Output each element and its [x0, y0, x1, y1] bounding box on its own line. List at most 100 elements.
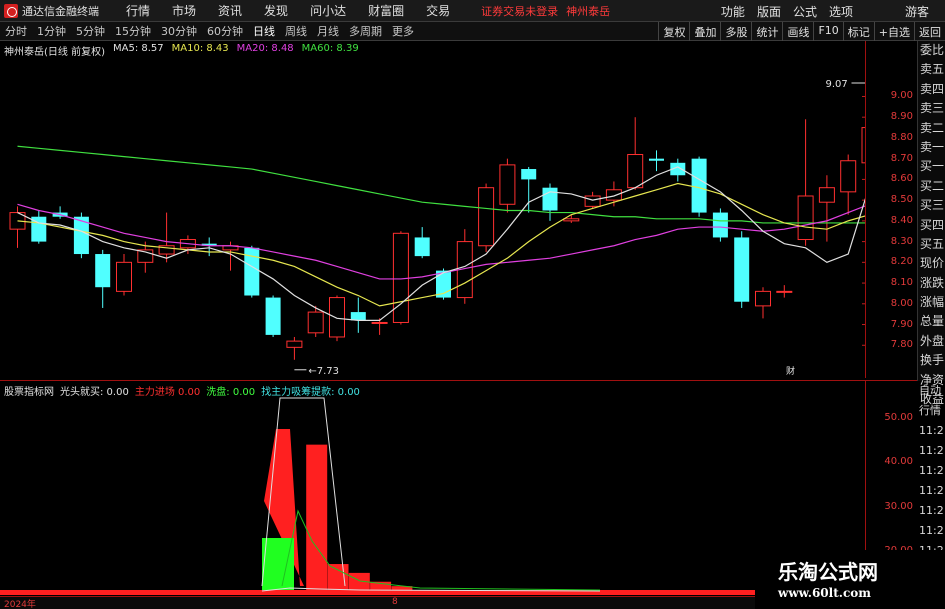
main-kline-chart[interactable]: 9.07 ←7.73 神州泰岳(日线 前复权) MA5: 8.57 MA10: 8… — [0, 41, 945, 378]
sub-y-tick-label: 30.00 — [884, 500, 913, 512]
candle-body — [286, 340, 303, 348]
candle-down — [350, 297, 366, 333]
main-force-bar — [434, 590, 455, 595]
candle-down — [244, 245, 260, 298]
sub-side-label[interactable]: 11:2 — [917, 481, 945, 501]
tool-mark-button[interactable]: 标记 — [842, 22, 874, 41]
candle-body — [840, 160, 857, 193]
menu-wealth[interactable]: 财富圈 — [357, 2, 415, 19]
main-force-bar — [412, 590, 434, 595]
candle-body — [563, 218, 580, 222]
candle-up — [499, 158, 516, 213]
candle-body — [691, 158, 707, 213]
tool-overlay-button[interactable]: 叠加 — [689, 22, 720, 41]
candle-up — [563, 214, 580, 223]
main-force-bar — [327, 564, 349, 595]
menu-discover[interactable]: 发现 — [253, 2, 299, 19]
side-label[interactable]: 现价 — [918, 254, 945, 273]
menu-options[interactable]: 选项 — [823, 3, 859, 20]
menu-formula[interactable]: 公式 — [787, 3, 823, 20]
tool-draw-button[interactable]: 画线 — [782, 22, 813, 41]
login-notice[interactable]: 证券交易未登录 — [481, 3, 558, 19]
period-30min[interactable]: 30分钟 — [156, 23, 202, 39]
chart-tools: 复权 叠加 多股 统计 画线 F10 标记 +自选 返回 — [658, 22, 945, 41]
tool-adjust-button[interactable]: 复权 — [658, 22, 689, 41]
period-60min[interactable]: 60分钟 — [202, 23, 248, 39]
menu-trade[interactable]: 交易 — [415, 2, 461, 19]
indicator-c-label: 洗盘: 0.00 — [206, 387, 256, 398]
candle-body — [350, 312, 366, 321]
sub-side-label[interactable]: 11:2 — [917, 521, 945, 541]
period-monthly[interactable]: 月线 — [312, 23, 344, 39]
candle-down — [265, 295, 281, 337]
sub-side-label[interactable]: 11:2 — [917, 461, 945, 481]
sub-side-label[interactable]: 自动 — [917, 381, 945, 401]
side-label[interactable]: 买一 — [918, 157, 945, 176]
menu-layout[interactable]: 版面 — [751, 3, 787, 20]
candle-body — [521, 169, 537, 180]
tool-stats-button[interactable]: 统计 — [751, 22, 782, 41]
sub-side-label[interactable]: 行情 — [917, 401, 945, 421]
sub-y-tick-label: 40.00 — [884, 456, 913, 468]
side-label[interactable]: 总量 — [918, 312, 945, 331]
side-label[interactable]: 买三 — [918, 196, 945, 215]
tool-back-button[interactable]: 返回 — [914, 22, 945, 41]
period-weekly[interactable]: 周线 — [280, 23, 312, 39]
period-5min[interactable]: 5分钟 — [71, 23, 110, 39]
menu-function[interactable]: 功能 — [715, 3, 751, 20]
ma10-label: MA10: 8.43 — [171, 43, 229, 54]
side-label[interactable]: 买二 — [918, 177, 945, 196]
candle-body — [755, 290, 771, 307]
sub-side-label[interactable]: 11:2 — [917, 441, 945, 461]
finance-badge[interactable]: 财 — [786, 364, 795, 377]
menu-quotes[interactable]: 行情 — [115, 2, 161, 19]
side-label[interactable]: 买四 — [918, 216, 945, 235]
tool-multi-stock-button[interactable]: 多股 — [720, 22, 751, 41]
period-15min[interactable]: 15分钟 — [110, 23, 156, 39]
side-label[interactable]: 卖一 — [918, 138, 945, 157]
y-tick-label: 7.80 — [890, 339, 913, 351]
candle-down — [712, 208, 728, 242]
guest-user[interactable]: 游客 — [899, 3, 935, 20]
side-label[interactable]: 卖四 — [918, 80, 945, 99]
sub-side-label[interactable]: 11:2 — [917, 501, 945, 521]
candle-up — [840, 154, 857, 215]
main-force-bar — [306, 444, 328, 595]
y-tick-label: 8.90 — [890, 111, 913, 123]
indicator-name[interactable]: 股票指标网 — [4, 383, 54, 398]
candle-body — [542, 187, 558, 211]
sub-y-tick-label: 50.00 — [884, 412, 913, 424]
candle-down — [734, 231, 750, 308]
menu-news[interactable]: 资讯 — [207, 2, 253, 19]
side-label[interactable]: 涨跌 — [918, 274, 945, 293]
tool-add-watchlist-button[interactable]: +自选 — [873, 22, 914, 41]
period-intraday[interactable]: 分时 — [0, 23, 32, 39]
side-label[interactable]: 卖三 — [918, 99, 945, 118]
side-label[interactable]: 卖二 — [918, 119, 945, 138]
side-label[interactable]: 卖五 — [918, 60, 945, 79]
candle-down — [95, 249, 111, 308]
side-label[interactable]: 买五 — [918, 235, 945, 254]
candle-body — [776, 290, 793, 293]
side-label[interactable]: 涨幅 — [918, 293, 945, 312]
title-bar: 通达信金融终端 行情 市场 资讯 发现 问小达 财富圈 交易 证券交易未登录 神… — [0, 0, 945, 22]
period-more[interactable]: 更多 — [387, 23, 419, 39]
high-price-label: 9.07 — [826, 79, 848, 90]
candle-up — [776, 285, 793, 298]
candle-body — [95, 254, 111, 288]
candle-down — [649, 150, 664, 172]
tool-f10-button[interactable]: F10 — [813, 22, 842, 41]
ma5-label: MA5: 8.57 — [112, 43, 164, 54]
menu-market[interactable]: 市场 — [161, 2, 207, 19]
sub-side-label[interactable]: 11:2 — [917, 421, 945, 441]
side-label[interactable]: 换手 — [918, 351, 945, 370]
side-label[interactable]: 委比 — [918, 41, 945, 60]
side-label[interactable]: 外盘 — [918, 332, 945, 351]
period-daily[interactable]: 日线 — [248, 23, 280, 39]
period-multi[interactable]: 多周期 — [344, 23, 387, 39]
y-tick-label: 8.40 — [890, 214, 913, 226]
period-1min[interactable]: 1分钟 — [32, 23, 71, 39]
candle-up — [478, 183, 495, 252]
candle-body — [307, 311, 324, 334]
menu-ask[interactable]: 问小达 — [299, 2, 357, 19]
